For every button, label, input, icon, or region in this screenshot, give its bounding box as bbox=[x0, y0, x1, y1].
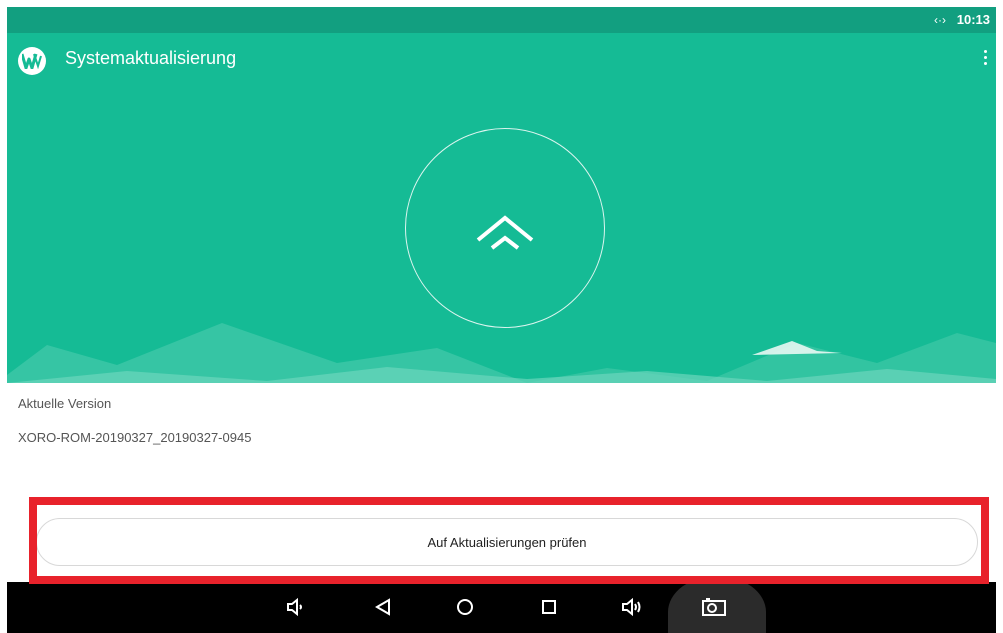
overflow-menu-icon[interactable] bbox=[980, 47, 990, 75]
data-transfer-icon: ‹·› bbox=[934, 13, 946, 27]
volume-up-icon[interactable] bbox=[618, 594, 644, 620]
volume-down-icon[interactable] bbox=[282, 594, 308, 620]
version-label: Aktuelle Version bbox=[18, 396, 112, 411]
hero-banner: Systemaktualisierung bbox=[7, 33, 996, 383]
recents-icon[interactable] bbox=[536, 594, 562, 620]
screenshot-frame: ‹·› 10:13 Systemaktualisierung Aktuelle … bbox=[0, 0, 1003, 633]
device-screen: ‹·› 10:13 Systemaktualisierung Aktuelle … bbox=[7, 7, 996, 633]
version-value: XORO-ROM-20190327_20190327-0945 bbox=[18, 430, 252, 445]
mountains-decoration bbox=[7, 323, 996, 383]
update-circle[interactable] bbox=[405, 128, 605, 328]
app-bar: Systemaktualisierung bbox=[7, 33, 996, 89]
status-time: 10:13 bbox=[956, 12, 990, 27]
home-icon[interactable] bbox=[452, 594, 478, 620]
app-logo-icon bbox=[18, 47, 46, 75]
double-chevron-up-icon bbox=[476, 215, 534, 250]
highlight-box bbox=[29, 497, 989, 584]
screenshot-camera-icon[interactable] bbox=[701, 594, 727, 620]
status-bar: ‹·› 10:13 bbox=[7, 7, 996, 33]
app-title: Systemaktualisierung bbox=[65, 48, 237, 68]
back-icon[interactable] bbox=[370, 594, 396, 620]
navigation-bar bbox=[7, 576, 996, 633]
